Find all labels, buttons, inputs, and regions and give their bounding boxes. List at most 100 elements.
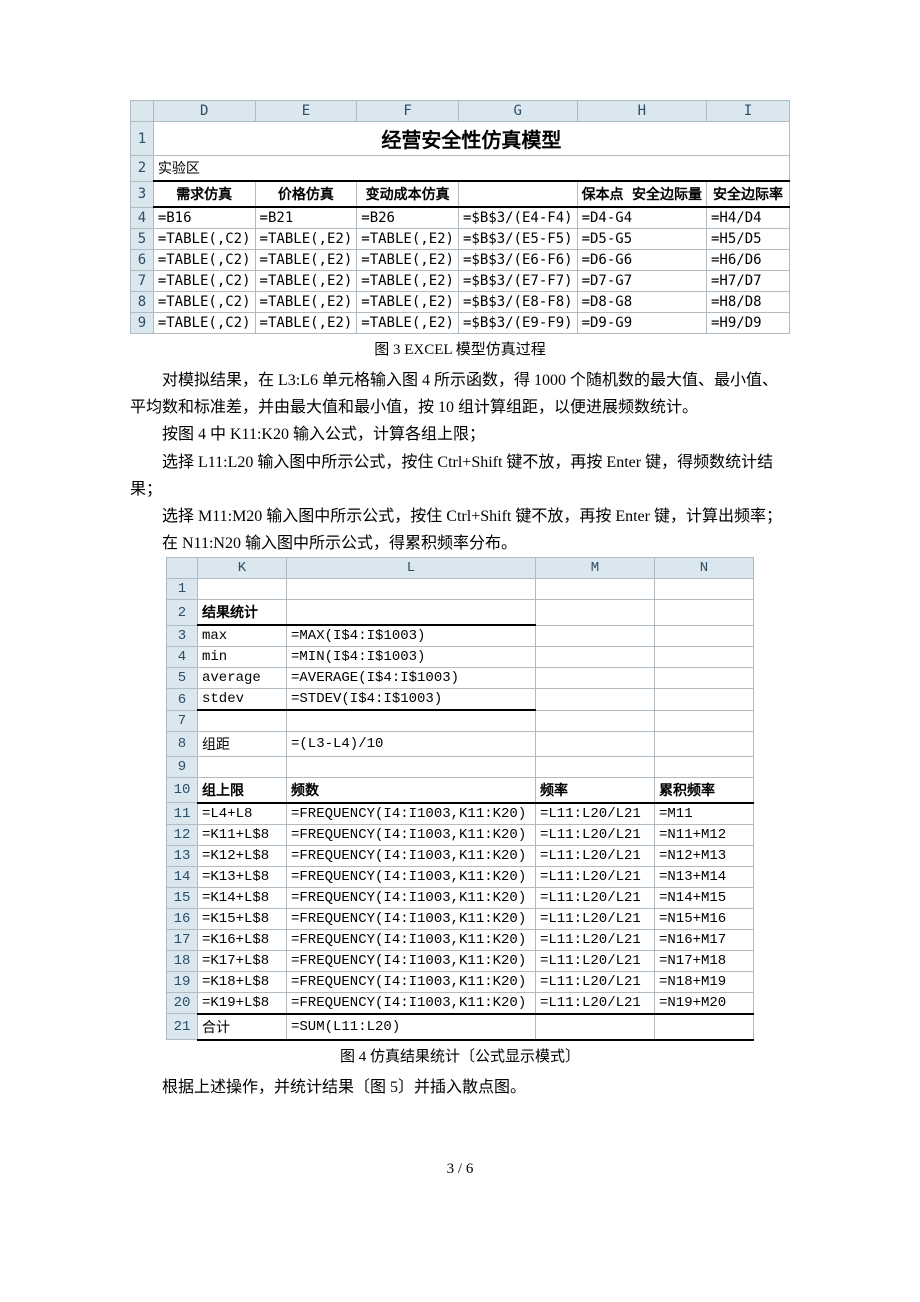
cell: =K18+L$8 bbox=[198, 971, 287, 992]
row-8: 8 bbox=[131, 292, 154, 313]
cell: =FREQUENCY(I4:I1003,K11:K20) bbox=[287, 887, 536, 908]
hdr-H: 保本点 安全边际量 bbox=[577, 181, 706, 207]
cell: =K12+L$8 bbox=[198, 845, 287, 866]
cell: =L11:L20/L21 bbox=[536, 803, 655, 825]
cell: =L11:L20/L21 bbox=[536, 908, 655, 929]
cell: =K17+L$8 bbox=[198, 950, 287, 971]
cell bbox=[655, 689, 754, 711]
cell: =H9/D9 bbox=[707, 313, 790, 334]
cell bbox=[655, 600, 754, 626]
page: D E F G H I 1 经营安全性仿真模型 2 实验区 3 需求仿真 价格仿… bbox=[0, 0, 920, 1238]
cell bbox=[655, 647, 754, 668]
cell bbox=[198, 710, 287, 731]
cell: =TABLE(,C2) bbox=[153, 229, 255, 250]
cell bbox=[536, 1014, 655, 1040]
cell: =N16+M17 bbox=[655, 929, 754, 950]
fig4-caption: 图 4 仿真结果统计〔公式显示模式〕 bbox=[130, 1045, 790, 1066]
row-13: 13 bbox=[167, 845, 198, 866]
row-6: 6 bbox=[167, 689, 198, 711]
fig3-caption: 图 3 EXCEL 模型仿真过程 bbox=[130, 338, 790, 359]
cell: 组距 bbox=[198, 731, 287, 756]
cell: =$B$3/(E6-F6) bbox=[458, 250, 577, 271]
cell: =FREQUENCY(I4:I1003,K11:K20) bbox=[287, 971, 536, 992]
row-20: 20 bbox=[167, 992, 198, 1014]
cell: =TABLE(,C2) bbox=[153, 313, 255, 334]
cell bbox=[655, 579, 754, 600]
cell: =$B$3/(E7-F7) bbox=[458, 271, 577, 292]
cell: =FREQUENCY(I4:I1003,K11:K20) bbox=[287, 824, 536, 845]
cell bbox=[655, 710, 754, 731]
cell bbox=[287, 600, 536, 626]
cell bbox=[655, 668, 754, 689]
row-7: 7 bbox=[167, 710, 198, 731]
cell bbox=[536, 710, 655, 731]
cell: =D5-G5 bbox=[577, 229, 706, 250]
cell bbox=[536, 731, 655, 756]
cell: =FREQUENCY(I4:I1003,K11:K20) bbox=[287, 866, 536, 887]
col-G: G bbox=[458, 101, 577, 122]
row-3: 3 bbox=[131, 181, 154, 207]
col-I: I bbox=[707, 101, 790, 122]
row-5: 5 bbox=[167, 668, 198, 689]
row-8: 8 bbox=[167, 731, 198, 756]
cell: =FREQUENCY(I4:I1003,K11:K20) bbox=[287, 950, 536, 971]
cell: =N18+M19 bbox=[655, 971, 754, 992]
cell: stdev bbox=[198, 689, 287, 711]
cell: =SUM(L11:L20) bbox=[287, 1014, 536, 1040]
row-4: 4 bbox=[131, 207, 154, 229]
cell bbox=[536, 689, 655, 711]
cell: =H8/D8 bbox=[707, 292, 790, 313]
cell: =AVERAGE(I$4:I$1003) bbox=[287, 668, 536, 689]
cell bbox=[287, 579, 536, 600]
cell: =M11 bbox=[655, 803, 754, 825]
cell: min bbox=[198, 647, 287, 668]
hdr-G bbox=[458, 181, 577, 207]
cell: =D9-G9 bbox=[577, 313, 706, 334]
fig3-table: D E F G H I 1 经营安全性仿真模型 2 实验区 3 需求仿真 价格仿… bbox=[130, 100, 790, 334]
cell: =TABLE(,E2) bbox=[255, 229, 357, 250]
cell: =L11:L20/L21 bbox=[536, 866, 655, 887]
cell: =B21 bbox=[255, 207, 357, 229]
cell bbox=[536, 579, 655, 600]
cell: =TABLE(,E2) bbox=[357, 313, 459, 334]
cell: =L11:L20/L21 bbox=[536, 887, 655, 908]
fig4-table: K L M N 12结果统计3max=MAX(I$4:I$1003)4min=M… bbox=[166, 557, 754, 1041]
col-E: E bbox=[255, 101, 357, 122]
row-5: 5 bbox=[131, 229, 154, 250]
cell bbox=[655, 731, 754, 756]
cell bbox=[287, 756, 536, 777]
cell: 合计 bbox=[198, 1014, 287, 1040]
row-19: 19 bbox=[167, 971, 198, 992]
cell: =K13+L$8 bbox=[198, 866, 287, 887]
cell: =TABLE(,E2) bbox=[255, 271, 357, 292]
hdr-D: 需求仿真 bbox=[153, 181, 255, 207]
cell: =L11:L20/L21 bbox=[536, 929, 655, 950]
cell bbox=[198, 756, 287, 777]
cell bbox=[198, 579, 287, 600]
para-2: 按图 4 中 K11:K20 输入公式，计算各组上限； bbox=[130, 421, 790, 448]
cell: =D4-G4 bbox=[577, 207, 706, 229]
cell bbox=[655, 756, 754, 777]
cell: =TABLE(,E2) bbox=[357, 250, 459, 271]
cell: =L4+L8 bbox=[198, 803, 287, 825]
cell: =K19+L$8 bbox=[198, 992, 287, 1014]
cell: =FREQUENCY(I4:I1003,K11:K20) bbox=[287, 992, 536, 1014]
hdr-K: 组上限 bbox=[198, 777, 287, 803]
cell: =$B$3/(E5-F5) bbox=[458, 229, 577, 250]
hdr-N: 累积频率 bbox=[655, 777, 754, 803]
cell bbox=[655, 625, 754, 647]
para-4: 选择 M11:M20 输入图中所示公式，按住 Ctrl+Shift 键不放，再按… bbox=[130, 503, 790, 530]
cell: =FREQUENCY(I4:I1003,K11:K20) bbox=[287, 908, 536, 929]
row-14: 14 bbox=[167, 866, 198, 887]
cell: =MAX(I$4:I$1003) bbox=[287, 625, 536, 647]
corner-cell bbox=[131, 101, 154, 122]
para-5: 在 N11:N20 输入图中所示公式，得累积频率分布。 bbox=[130, 530, 790, 557]
hdr-F: 变动成本仿真 bbox=[357, 181, 459, 207]
cell: =H4/D4 bbox=[707, 207, 790, 229]
row-2: 2 bbox=[131, 156, 154, 182]
cell: =$B$3/(E9-F9) bbox=[458, 313, 577, 334]
cell: =N11+M12 bbox=[655, 824, 754, 845]
cell: =$B$3/(E8-F8) bbox=[458, 292, 577, 313]
hdr-E: 价格仿真 bbox=[255, 181, 357, 207]
row-2: 2 bbox=[167, 600, 198, 626]
